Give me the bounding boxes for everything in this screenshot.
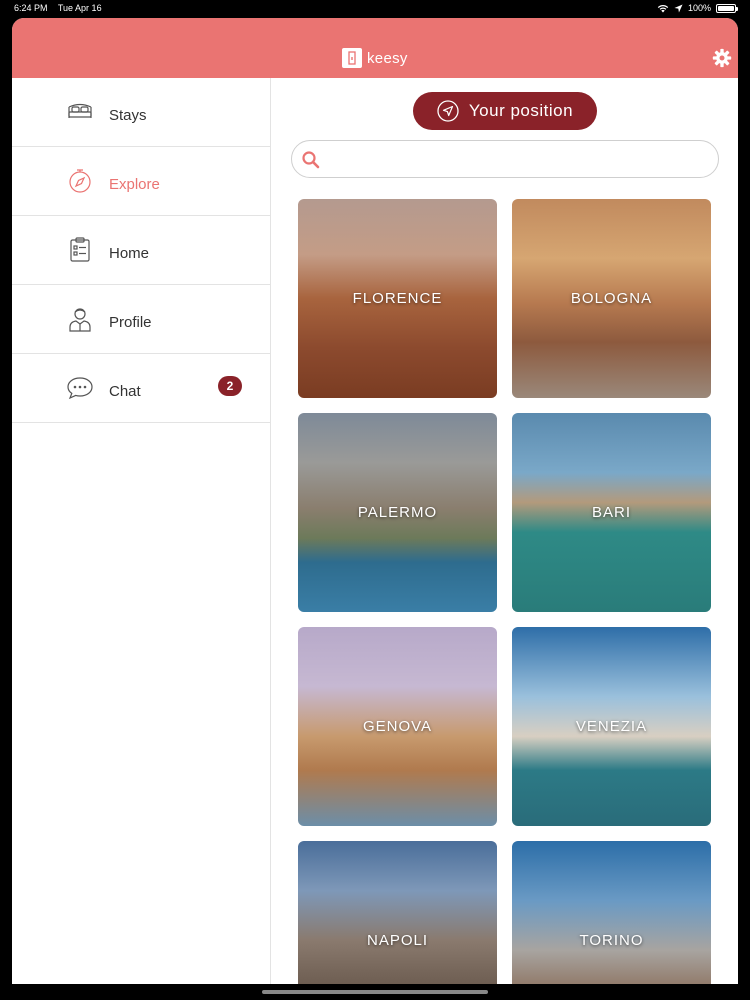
city-name: BOLOGNA [570,290,653,307]
sidebar-item-label: Profile [109,314,152,331]
city-name: GENOVA [362,718,433,735]
header-bar: keesy [12,18,738,78]
gear-icon[interactable] [712,48,732,68]
compass-icon [69,169,91,193]
sidebar-item-profile[interactable]: Profile [12,285,270,354]
location-arrow-icon [674,3,683,13]
city-name: BARI [591,504,631,521]
city-card-genova[interactable]: GENOVA [298,627,497,826]
battery-icon [716,3,738,13]
city-name: TORINO [579,932,644,949]
city-card-palermo[interactable]: PALERMO [298,413,497,612]
city-name: FLORENCE [352,290,443,307]
sidebar-item-explore[interactable]: Explore [12,147,270,216]
sidebar-item-label: Explore [109,176,160,193]
main-content: Your position FLORENCE BOLOGNA PALERMO B… [272,78,738,984]
status-bar: 6:24 PM Tue Apr 16 100% [0,0,750,18]
city-name: VENEZIA [575,718,648,735]
sidebar-item-stays[interactable]: Stays [12,78,270,147]
city-card-napoli[interactable]: NAPOLI [298,841,497,984]
navigation-arrow-icon [437,100,459,122]
logo: keesy [342,48,408,68]
search-bar[interactable] [291,140,719,178]
city-name: NAPOLI [366,932,429,949]
your-position-button[interactable]: Your position [413,92,597,130]
logo-mark-icon [342,48,362,68]
search-icon [302,151,320,169]
status-time: 6:24 PM [14,3,48,13]
city-card-venezia[interactable]: VENEZIA [512,627,711,826]
clipboard-icon [70,237,90,262]
sidebar-item-home[interactable]: Home [12,216,270,285]
logo-text: keesy [367,49,408,67]
your-position-label: Your position [468,101,574,120]
person-icon [69,308,91,332]
sidebar-item-label: Stays [109,107,147,124]
sidebar-item-chat[interactable]: Chat 2 [12,354,270,423]
app-window: keesy Stays Explore Home Profile Chat 2 … [12,18,738,984]
city-card-bologna[interactable]: BOLOGNA [512,199,711,398]
status-date: Tue Apr 16 [57,3,102,13]
city-name: PALERMO [357,504,438,521]
sidebar-item-label: Home [109,245,150,262]
status-bar-left: 6:24 PM Tue Apr 16 [14,3,110,13]
home-indicator[interactable] [262,990,488,994]
search-input[interactable] [328,147,708,171]
chat-bubble-icon [67,377,93,400]
city-card-torino[interactable]: TORINO [512,841,711,984]
city-card-bari[interactable]: BARI [512,413,711,612]
wifi-icon [657,4,669,12]
bed-icon [68,103,92,118]
sidebar: Stays Explore Home Profile Chat 2 [12,78,271,984]
sidebar-item-label: Chat [109,383,141,400]
battery-percent: 100% [687,3,711,13]
unread-badge: 2 [218,376,242,396]
city-card-florence[interactable]: FLORENCE [298,199,497,398]
status-bar-right: 100% [657,3,738,13]
